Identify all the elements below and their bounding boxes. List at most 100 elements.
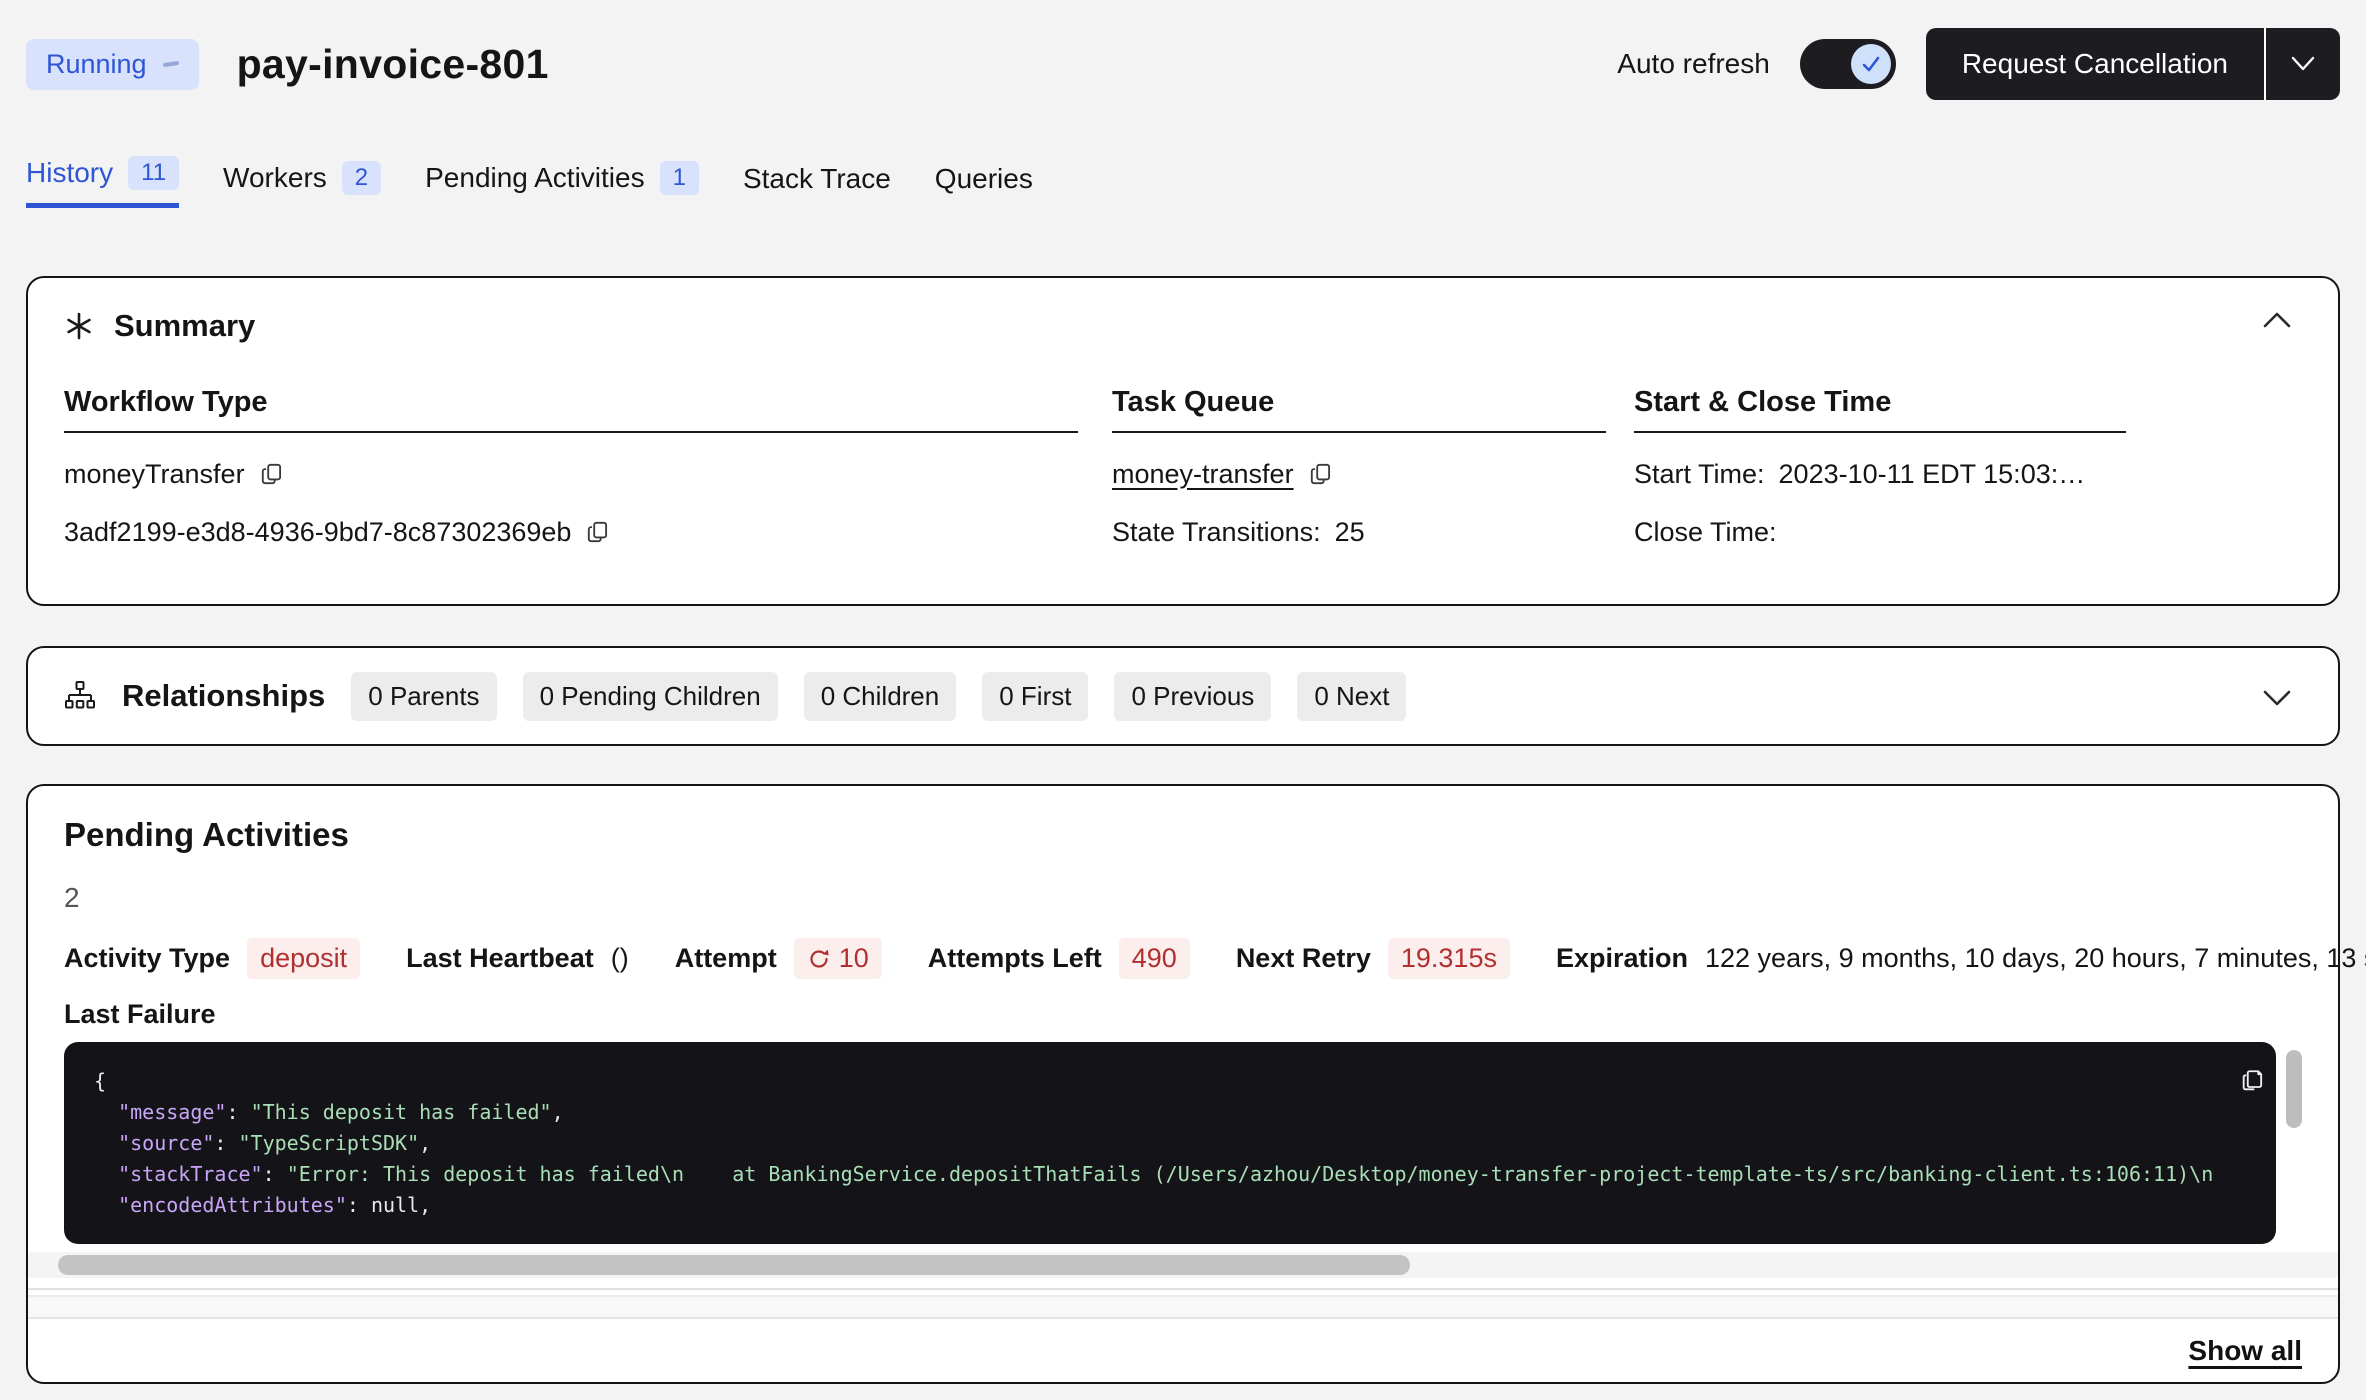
- task-queue-column: Task Queue money-transfer State Transiti…: [1112, 386, 1606, 549]
- copy-icon: [1308, 461, 1334, 487]
- last-heartbeat-field: Last Heartbeat (): [406, 943, 629, 974]
- last-heartbeat-label: Last Heartbeat: [406, 943, 594, 974]
- topbar-actions: Auto refresh Request Cancellation: [1617, 28, 2340, 100]
- chevron-up-icon: [2260, 310, 2294, 330]
- code-horizontal-scrollbar-thumb[interactable]: [58, 1255, 1410, 1275]
- collapsed-activity-row: [28, 1295, 2338, 1319]
- pending-activities-title: Pending Activities: [64, 816, 2302, 854]
- relationship-badges: 0 Parents 0 Pending Children 0 Children …: [351, 672, 1406, 721]
- tab-bar: History 11 Workers 2 Pending Activities …: [26, 156, 2340, 208]
- attempts-left-field: Attempts Left 490: [928, 938, 1190, 979]
- state-transitions-value: 25: [1335, 517, 1365, 548]
- expiration-field: Expiration 122 years, 9 months, 10 days,…: [1556, 943, 2366, 974]
- copy-run-id-button[interactable]: [585, 519, 611, 545]
- workflow-detail-page: Running pay-invoice-801 Auto refresh Req…: [0, 0, 2366, 1384]
- code-vertical-scrollbar-thumb[interactable]: [2286, 1050, 2302, 1128]
- expiration-value: 122 years, 9 months, 10 days, 20 hours, …: [1705, 943, 2366, 974]
- children-badge: 0 Children: [804, 672, 957, 721]
- cancel-dropdown-button[interactable]: [2266, 28, 2340, 100]
- start-time-value: 2023-10-11 EDT 15:03:…: [1779, 459, 2086, 490]
- request-cancellation-button[interactable]: Request Cancellation: [1926, 28, 2264, 100]
- next-retry-field: Next Retry 19.315s: [1236, 938, 1510, 979]
- attempt-label: Attempt: [675, 943, 777, 974]
- auto-refresh-toggle[interactable]: [1800, 39, 1896, 89]
- tab-pending-activities[interactable]: Pending Activities 1: [425, 161, 699, 208]
- tab-workers-count: 2: [342, 161, 381, 195]
- pending-activity-summary-row: Activity Type deposit Last Heartbeat () …: [64, 938, 2302, 979]
- attempt-badge: 10: [794, 938, 882, 979]
- tab-stack-trace-label: Stack Trace: [743, 163, 891, 195]
- close-time-label: Close Time:: [1634, 517, 1777, 548]
- pending-activities-count: 2: [64, 882, 2302, 914]
- activity-type-badge: deposit: [247, 938, 360, 979]
- attempt-field: Attempt 10: [675, 938, 882, 979]
- page-title: pay-invoice-801: [237, 41, 549, 88]
- first-badge: 0 First: [982, 672, 1088, 721]
- row-divider: [28, 1288, 2338, 1290]
- tab-history-count: 11: [128, 156, 179, 190]
- copy-icon: [585, 519, 611, 545]
- status-badge: Running: [26, 39, 199, 90]
- tab-history[interactable]: History 11: [26, 156, 179, 208]
- workflow-type-column: Workflow Type moneyTransfer 3adf2199-e3d…: [64, 386, 1078, 549]
- start-time-label: Start Time:: [1634, 459, 1765, 490]
- relationships-title: Relationships: [122, 678, 325, 714]
- status-heartbeat-icon: [162, 61, 178, 67]
- copy-code-button[interactable]: [2226, 1056, 2276, 1104]
- next-badge: 0 Next: [1297, 672, 1406, 721]
- tab-workers-label: Workers: [223, 162, 327, 194]
- check-icon: [1859, 52, 1883, 76]
- chevron-down-icon: [2287, 54, 2319, 74]
- summary-title: Summary: [114, 308, 255, 344]
- task-queue-header: Task Queue: [1112, 386, 1606, 433]
- activity-type-field: Activity Type deposit: [64, 938, 360, 979]
- copy-workflow-type-button[interactable]: [259, 461, 285, 487]
- workflow-type-value: moneyTransfer: [64, 459, 245, 490]
- failure-code-container: { "message": "This deposit has failed", …: [64, 1042, 2302, 1244]
- state-transitions-label: State Transitions:: [1112, 517, 1321, 548]
- task-queue-link[interactable]: money-transfer: [1112, 459, 1294, 490]
- summary-columns: Workflow Type moneyTransfer 3adf2199-e3d…: [64, 386, 2302, 549]
- chevron-down-icon: [2260, 688, 2294, 708]
- topbar: Running pay-invoice-801 Auto refresh Req…: [26, 26, 2340, 102]
- show-all-row: Show all: [64, 1335, 2302, 1367]
- tab-stack-trace[interactable]: Stack Trace: [743, 163, 891, 208]
- relationships-expand-button[interactable]: [2256, 684, 2298, 712]
- tab-queries[interactable]: Queries: [935, 163, 1033, 208]
- copy-task-queue-button[interactable]: [1308, 461, 1334, 487]
- toggle-knob: [1851, 44, 1891, 84]
- attempts-left-label: Attempts Left: [928, 943, 1102, 974]
- auto-refresh-label: Auto refresh: [1617, 48, 1770, 80]
- code-horizontal-scrollbar: [28, 1252, 2338, 1278]
- previous-badge: 0 Previous: [1114, 672, 1271, 721]
- pending-activities-panel: Pending Activities 2 Activity Type depos…: [26, 784, 2340, 1384]
- asterisk-icon: [64, 311, 94, 341]
- relationships-panel: Relationships 0 Parents 0 Pending Childr…: [26, 646, 2340, 746]
- run-id-value: 3adf2199-e3d8-4936-9bd7-8c87302369eb: [64, 517, 571, 548]
- time-header: Start & Close Time: [1634, 386, 2126, 433]
- org-chart-icon: [64, 680, 96, 712]
- last-failure-label: Last Failure: [64, 999, 2302, 1030]
- code-vertical-scrollbar: [2286, 1042, 2302, 1244]
- show-all-link[interactable]: Show all: [2188, 1335, 2302, 1367]
- code-lines: { "message": "This deposit has failed", …: [94, 1066, 2246, 1221]
- tab-history-label: History: [26, 157, 113, 189]
- last-heartbeat-value: (): [611, 943, 629, 974]
- copy-icon: [2239, 1066, 2267, 1094]
- tab-pending-activities-count: 1: [660, 161, 699, 195]
- workflow-type-header: Workflow Type: [64, 386, 1078, 433]
- expiration-label: Expiration: [1556, 943, 1688, 974]
- summary-collapse-button[interactable]: [2256, 306, 2298, 334]
- retry-icon: [807, 947, 831, 971]
- status-label: Running: [46, 49, 147, 80]
- next-retry-label: Next Retry: [1236, 943, 1371, 974]
- tab-workers[interactable]: Workers 2: [223, 161, 381, 208]
- next-retry-badge: 19.315s: [1388, 938, 1510, 979]
- tab-queries-label: Queries: [935, 163, 1033, 195]
- summary-header: Summary: [64, 308, 2302, 344]
- request-cancellation-split-button: Request Cancellation: [1926, 28, 2340, 100]
- summary-panel: Summary Workflow Type moneyTransfer: [26, 276, 2340, 606]
- attempt-value: 10: [839, 943, 869, 974]
- activity-type-label: Activity Type: [64, 943, 230, 974]
- copy-icon: [259, 461, 285, 487]
